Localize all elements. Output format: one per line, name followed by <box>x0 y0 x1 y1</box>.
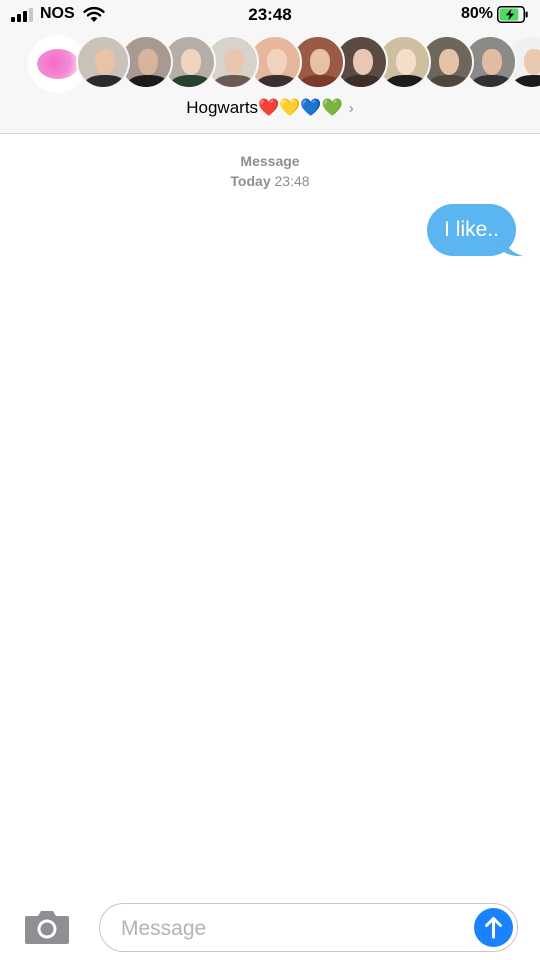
bubble-tail <box>502 236 523 257</box>
camera-icon[interactable] <box>23 908 71 946</box>
group-header[interactable]: Hogwarts❤️💛💙💚 › <box>0 30 540 134</box>
avatar-face <box>310 49 330 75</box>
avatar-robe <box>127 75 169 87</box>
group-name: Hogwarts❤️💛💙💚 <box>186 98 343 117</box>
timestamp-day: Today <box>230 173 271 189</box>
avatar-face <box>138 49 158 75</box>
avatar-face <box>267 49 287 75</box>
avatar-robe <box>84 75 126 87</box>
timestamp-time: 23:48 <box>274 173 310 189</box>
thread-timestamp: Message Today 23:48 <box>0 151 540 191</box>
avatar-face <box>224 49 244 75</box>
avatar-face <box>181 49 201 75</box>
chevron-right-icon: › <box>348 100 354 117</box>
avatar-robe <box>213 75 255 87</box>
avatar-face <box>95 49 115 75</box>
battery-percent: 80% <box>460 5 493 22</box>
status-bar: NOS 23:48 80% <box>0 0 540 30</box>
avatar-robe <box>385 75 427 87</box>
service-label: Message <box>240 153 300 169</box>
battery-charging-icon <box>497 6 528 23</box>
group-title-row[interactable]: Hogwarts❤️💛💙💚 › <box>0 96 540 121</box>
avatar-face <box>353 49 373 75</box>
avatar-face <box>524 49 540 75</box>
message-input[interactable] <box>119 912 463 946</box>
send-button[interactable] <box>474 908 513 947</box>
avatar-member-1[interactable] <box>76 35 130 89</box>
avatar-face <box>482 49 502 75</box>
avatar-robe <box>428 75 470 87</box>
avatar-robe <box>513 75 540 87</box>
avatar-face <box>396 49 416 75</box>
avatar-face <box>439 49 459 75</box>
avatar-robe <box>342 75 384 87</box>
avatar-robe <box>256 75 298 87</box>
clock: 23:48 <box>248 5 292 24</box>
avatar-image <box>37 49 79 79</box>
avatar-robe <box>299 75 341 87</box>
avatar-robe <box>170 75 212 87</box>
avatar-robe <box>471 75 513 87</box>
arrow-up-icon <box>485 917 502 939</box>
message-input-field[interactable] <box>99 903 518 952</box>
